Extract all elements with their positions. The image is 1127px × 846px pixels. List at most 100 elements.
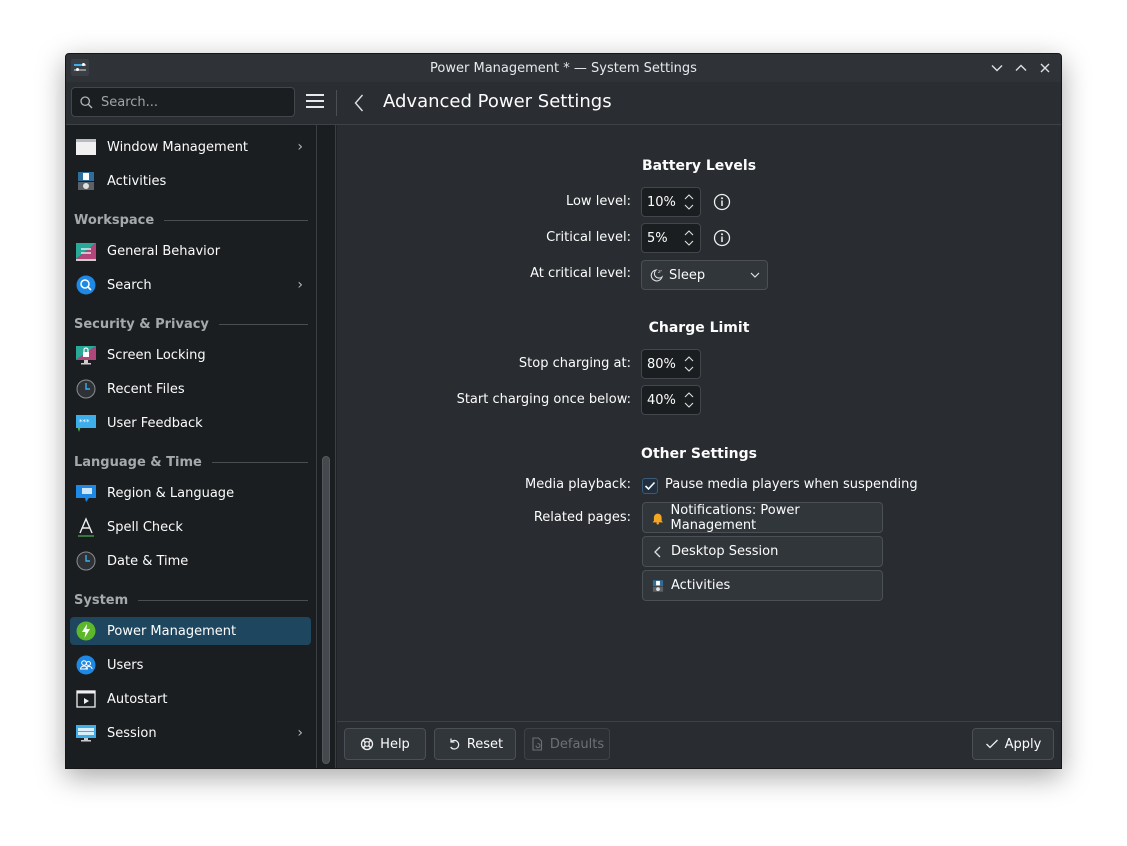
session-icon bbox=[75, 722, 97, 744]
spin-up-down-icon bbox=[684, 356, 694, 372]
chevron-right-icon: › bbox=[297, 725, 303, 741]
pause-media-checkbox-label[interactable]: Pause media players when suspending bbox=[665, 477, 918, 492]
chevron-down-icon bbox=[991, 65, 1003, 72]
document-revert-icon bbox=[532, 737, 542, 751]
chevron-left-icon bbox=[654, 546, 661, 557]
sidebar-item-user-feedback[interactable]: *** User Feedback bbox=[70, 409, 311, 437]
sidebar-item-power-management[interactable]: Power Management bbox=[70, 617, 311, 645]
start-charging-spinbox[interactable]: 40% bbox=[641, 385, 701, 415]
checkmark-icon bbox=[644, 481, 656, 491]
stop-charging-label: Stop charging at: bbox=[518, 356, 631, 371]
activities-icon bbox=[75, 170, 97, 192]
chevron-right-icon: › bbox=[297, 139, 303, 155]
spin-arrows[interactable] bbox=[681, 193, 697, 211]
region-language-icon bbox=[75, 482, 97, 504]
search-field[interactable] bbox=[71, 87, 295, 117]
hamburger-menu-button[interactable] bbox=[306, 94, 324, 110]
svg-text:***: *** bbox=[79, 418, 90, 426]
toolbar: Advanced Power Settings bbox=[66, 82, 1061, 125]
sidebar-section-system: System bbox=[74, 590, 308, 610]
spin-arrows[interactable] bbox=[681, 229, 697, 247]
media-playback-label: Media playback: bbox=[525, 477, 631, 492]
sidebar-item-spell-check[interactable]: Spell Check bbox=[70, 513, 311, 541]
related-pages-label: Related pages: bbox=[533, 510, 631, 525]
reset-button[interactable]: Reset bbox=[434, 728, 516, 760]
system-settings-app-icon bbox=[71, 59, 89, 76]
svg-text:zᶻ: zᶻ bbox=[658, 270, 662, 275]
search-icon bbox=[80, 95, 93, 108]
start-charging-label: Start charging once below: bbox=[456, 392, 631, 407]
autostart-icon bbox=[75, 688, 97, 710]
sidebar-item-search[interactable]: Search › bbox=[70, 271, 311, 299]
bell-icon bbox=[652, 513, 664, 525]
sidebar-section-language-time: Language & Time bbox=[74, 452, 308, 472]
low-level-spinbox[interactable]: 10% bbox=[641, 187, 701, 217]
info-icon[interactable] bbox=[713, 229, 731, 247]
search-input[interactable] bbox=[99, 93, 273, 111]
sidebar-item-date-time[interactable]: Date & Time bbox=[70, 547, 311, 575]
close-icon bbox=[1040, 63, 1050, 73]
stop-charging-spinbox[interactable]: 80% bbox=[641, 349, 701, 379]
critical-level-spinbox[interactable]: 5% bbox=[641, 223, 701, 253]
help-button[interactable]: Help bbox=[344, 728, 426, 760]
screen-locking-icon bbox=[75, 344, 97, 366]
info-icon[interactable] bbox=[713, 193, 731, 211]
users-icon bbox=[75, 654, 97, 676]
apply-button[interactable]: Apply bbox=[972, 728, 1054, 760]
spell-check-icon bbox=[75, 516, 97, 538]
advanced-power-settings-panel: Battery Levels Low level: 10% Critical l… bbox=[337, 125, 1061, 722]
sidebar-item-recent-files[interactable]: Recent Files bbox=[70, 375, 311, 403]
activities-icon bbox=[652, 579, 664, 592]
dialog-button-bar: Help Reset Defaults Apply bbox=[337, 721, 1061, 768]
sidebar-item-activities[interactable]: Activities bbox=[70, 167, 311, 195]
power-icon bbox=[75, 620, 97, 642]
title-bar: Power Management * — System Settings bbox=[66, 54, 1061, 82]
scrollbar-thumb[interactable] bbox=[322, 456, 330, 764]
window-management-icon bbox=[75, 136, 97, 158]
sidebar-item-users[interactable]: Users bbox=[70, 651, 311, 679]
sidebar-scrollbar[interactable] bbox=[316, 125, 336, 768]
low-level-label: Low level: bbox=[565, 194, 631, 209]
system-settings-window: Power Management * — System Settings Adv… bbox=[65, 53, 1062, 769]
close-button[interactable] bbox=[1035, 58, 1055, 78]
sidebar-item-screen-locking[interactable]: Screen Locking bbox=[70, 341, 311, 369]
sidebar-item-general-behavior[interactable]: General Behavior bbox=[70, 237, 311, 265]
sidebar-section-workspace: Workspace bbox=[74, 210, 308, 230]
charge-limit-heading: Charge Limit bbox=[648, 320, 750, 336]
chevron-down-icon bbox=[750, 272, 760, 278]
at-critical-level-label: At critical level: bbox=[530, 266, 631, 281]
spin-up-down-icon bbox=[684, 194, 694, 210]
sidebar: Window Management › Activities Workspace… bbox=[66, 125, 316, 768]
sleep-icon: zᶻ bbox=[650, 269, 664, 282]
sidebar-item-autostart[interactable]: Autostart bbox=[70, 685, 311, 713]
critical-action-dropdown[interactable]: zᶻ Sleep bbox=[641, 260, 768, 290]
general-behavior-icon bbox=[75, 240, 97, 262]
sidebar-item-region-language[interactable]: Region & Language bbox=[70, 479, 311, 507]
back-button[interactable] bbox=[349, 92, 369, 114]
spin-arrows[interactable] bbox=[681, 355, 697, 373]
pause-media-checkbox[interactable] bbox=[642, 478, 658, 494]
toolbar-separator bbox=[336, 90, 337, 116]
undo-icon bbox=[450, 738, 460, 750]
other-settings-heading: Other Settings bbox=[641, 446, 757, 462]
related-page-desktop-session-button[interactable]: Desktop Session bbox=[642, 536, 883, 567]
sidebar-item-session[interactable]: Session › bbox=[70, 719, 311, 747]
defaults-button[interactable]: Defaults bbox=[524, 728, 610, 760]
chevron-right-icon: › bbox=[297, 277, 303, 293]
sidebar-item-window-management[interactable]: Window Management › bbox=[70, 133, 311, 161]
clock-icon bbox=[75, 550, 97, 572]
related-page-notifications-button[interactable]: Notifications: Power Management bbox=[642, 502, 883, 533]
related-page-activities-button[interactable]: Activities bbox=[642, 570, 883, 601]
clock-icon bbox=[75, 378, 97, 400]
spin-arrows[interactable] bbox=[681, 391, 697, 409]
sidebar-section-security-privacy: Security & Privacy bbox=[74, 314, 308, 334]
window-title: Power Management * — System Settings bbox=[430, 60, 697, 76]
spin-up-down-icon bbox=[684, 230, 694, 246]
chevron-up-icon bbox=[1015, 64, 1027, 71]
chevron-left-icon bbox=[354, 94, 364, 112]
page-title: Advanced Power Settings bbox=[383, 91, 612, 112]
maximize-button[interactable] bbox=[1011, 58, 1031, 78]
spin-up-down-icon bbox=[684, 392, 694, 408]
minimize-button[interactable] bbox=[987, 58, 1007, 78]
search-icon bbox=[75, 274, 97, 296]
